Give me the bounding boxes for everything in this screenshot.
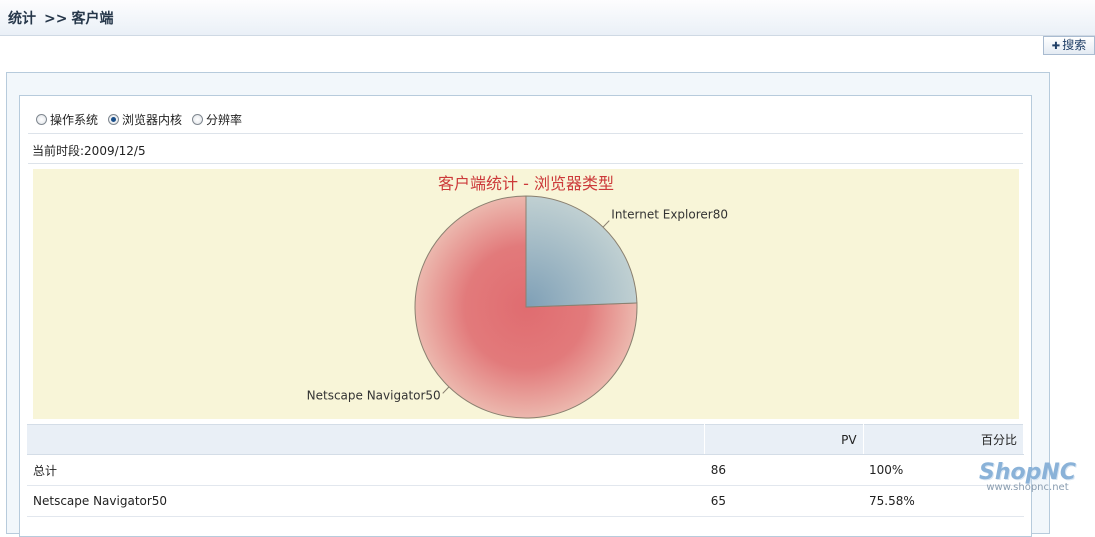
table-header-row: PV 百分比: [27, 424, 1025, 455]
radio-browser-engine[interactable]: 浏览器内核: [108, 111, 182, 128]
header-name: [27, 424, 706, 455]
radio-os[interactable]: 操作系统: [36, 111, 98, 128]
cell-name: 总计: [27, 454, 705, 486]
header-percent: 百分比: [863, 424, 1025, 455]
radio-os-label: 操作系统: [50, 112, 99, 127]
search-button[interactable]: ✚ 搜索: [1043, 36, 1095, 55]
breadcrumb-page: 客户端: [71, 11, 114, 27]
cell-pv: 86: [704, 454, 864, 486]
breadcrumb-separator: >>: [44, 11, 68, 27]
pie-chart-area: 客户端统计 - 浏览器类型 Netscape Navigator50 Intern…: [33, 169, 1019, 419]
filter-radio-group: 操作系统 浏览器内核 分辨率: [36, 111, 242, 127]
current-period: 当前时段:2009/12/5: [32, 144, 146, 158]
pie-chart: 客户端统计 - 浏览器类型 Netscape Navigator50 Intern…: [307, 174, 728, 419]
cell-pv: 65: [704, 485, 864, 517]
leader-line: [442, 386, 450, 394]
slice-label-netscape: Netscape Navigator50: [307, 388, 441, 402]
search-button-label: 搜索: [1062, 38, 1087, 52]
divider: [28, 163, 1023, 164]
radio-resolution-label: 分辨率: [206, 112, 243, 127]
chart-title: 客户端统计 - 浏览器类型: [438, 174, 614, 193]
header-pv: PV: [704, 424, 864, 455]
cell-name: Netscape Navigator50: [27, 485, 705, 517]
divider: [28, 133, 1023, 134]
radio-os-circle[interactable]: [36, 113, 47, 125]
title-bar: 统计 >> 客户端: [0, 0, 1095, 36]
stats-table: PV 百分比 总计 86 100% Netscape Navigator50 6…: [27, 424, 1025, 517]
table-row: Netscape Navigator50 65 75.58%: [27, 485, 1024, 517]
radio-browser-engine-label: 浏览器内核: [122, 112, 183, 127]
table-row: 总计 86 100%: [27, 454, 1024, 486]
radio-resolution-circle[interactable]: [192, 113, 204, 125]
leader-line: [602, 220, 610, 228]
breadcrumb-section: 统计: [8, 11, 36, 27]
radio-browser-engine-circle[interactable]: [108, 113, 120, 125]
radio-resolution[interactable]: 分辨率: [192, 111, 242, 128]
plus-icon: ✚: [1051, 41, 1061, 52]
breadcrumb: 统计 >> 客户端: [8, 8, 113, 28]
brand-url: www.shopnc.net: [986, 482, 1069, 493]
brand-logo: ShopNC www.shopnc.net: [970, 460, 1085, 493]
slice-label-ie: Internet Explorer80: [611, 208, 728, 222]
